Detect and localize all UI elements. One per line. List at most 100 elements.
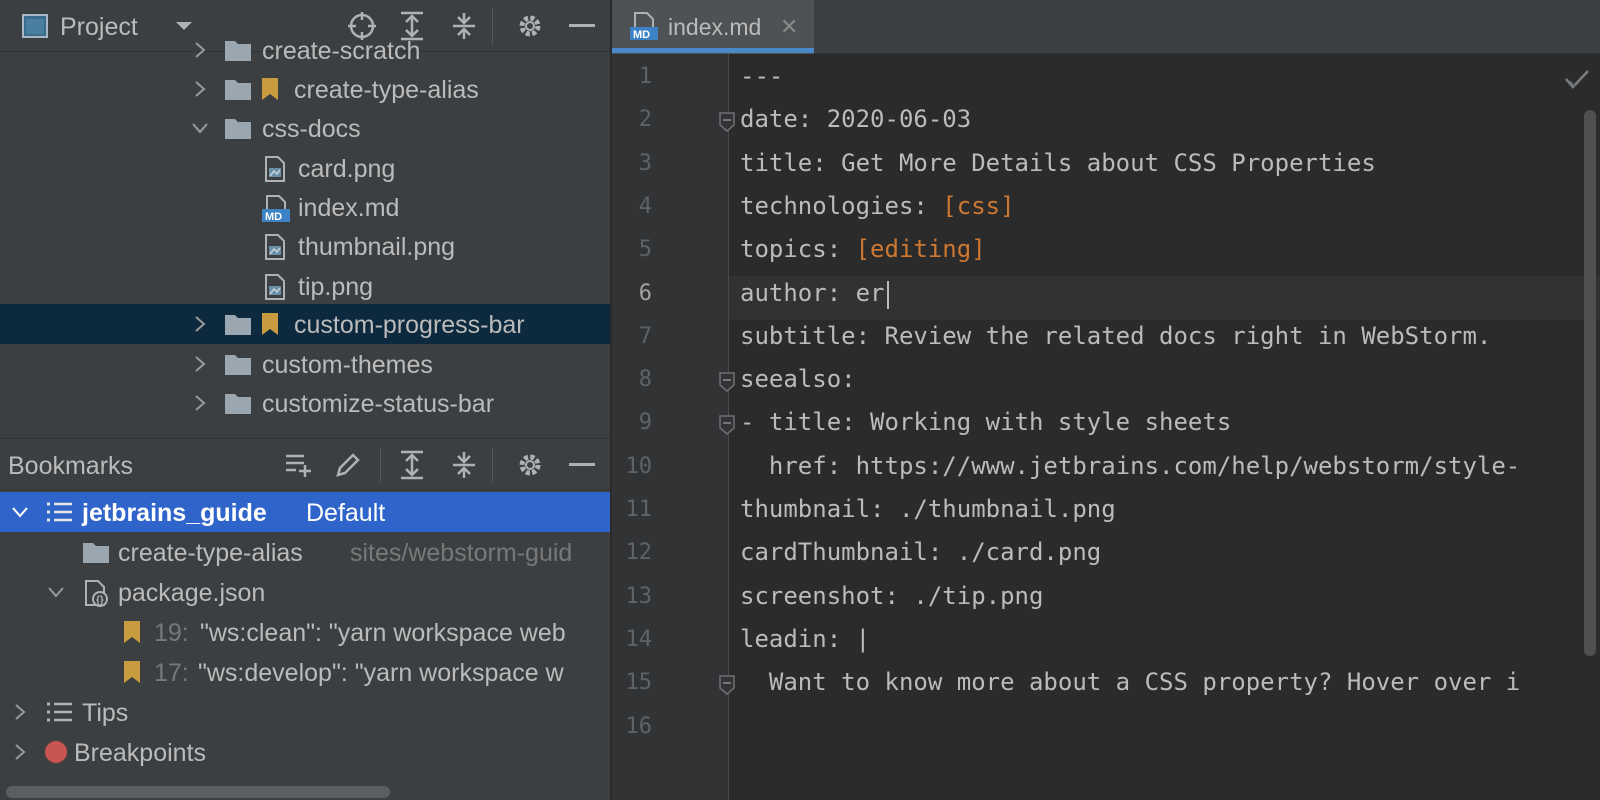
fold-marker-icon[interactable] bbox=[718, 415, 736, 436]
chevron-right-icon[interactable] bbox=[190, 354, 210, 374]
line-number[interactable]: 7 bbox=[612, 324, 652, 349]
code-line[interactable]: Want to know more about a CSS property? … bbox=[740, 668, 1520, 696]
code-line[interactable]: date: 2020-06-03 bbox=[740, 105, 971, 133]
code-line[interactable]: href: https://www.jetbrains.com/help/web… bbox=[740, 452, 1520, 480]
vertical-scrollbar[interactable] bbox=[1584, 110, 1596, 656]
line-number[interactable]: 3 bbox=[612, 151, 652, 176]
image-file-icon bbox=[264, 274, 290, 300]
fold-marker-icon[interactable] bbox=[718, 372, 736, 393]
expand-all-icon[interactable] bbox=[396, 449, 428, 481]
line-number[interactable]: 8 bbox=[612, 367, 652, 392]
line-number[interactable]: 1 bbox=[612, 64, 652, 89]
code-line[interactable]: --- bbox=[740, 62, 783, 90]
code-token: - title: Working with style sheets bbox=[740, 408, 1232, 437]
tree-row[interactable]: customize-status-bar bbox=[0, 383, 610, 423]
bookmark-list-row-selected[interactable]: jetbrains_guide Default bbox=[0, 492, 610, 532]
gear-icon[interactable] bbox=[514, 10, 546, 42]
bookmark-label: create-type-alias bbox=[118, 539, 303, 567]
chevron-down-icon[interactable] bbox=[190, 118, 210, 138]
code-line[interactable]: leadin: | bbox=[740, 625, 870, 653]
line-number[interactable]: 13 bbox=[612, 584, 653, 609]
tree-row[interactable]: thumbnail.png bbox=[0, 226, 610, 266]
tree-item-label: css-docs bbox=[262, 115, 361, 143]
tree-row[interactable]: create-scratch bbox=[0, 40, 610, 70]
edit-pencil-icon[interactable] bbox=[332, 449, 364, 481]
bookmark-row[interactable]: 17: "ws:develop": "yarn workspace w bbox=[0, 652, 610, 692]
line-number[interactable]: 5 bbox=[612, 237, 652, 262]
chevron-right-icon[interactable] bbox=[190, 79, 210, 99]
chevron-down-icon[interactable] bbox=[46, 582, 66, 602]
close-icon[interactable]: ✕ bbox=[780, 14, 798, 40]
line-number[interactable]: 12 bbox=[612, 540, 653, 565]
tree-row[interactable]: create-type-alias bbox=[0, 69, 610, 109]
line-number[interactable]: 9 bbox=[612, 410, 652, 435]
json-file-icon: {} bbox=[82, 580, 108, 607]
bookmark-list-row[interactable]: Breakpoints bbox=[0, 732, 610, 772]
code-line[interactable]: title: Get More Details about CSS Proper… bbox=[740, 149, 1376, 177]
bookmark-icon bbox=[260, 312, 280, 336]
line-number[interactable]: 11 bbox=[612, 497, 653, 522]
code-line[interactable]: screenshot: ./tip.png bbox=[740, 582, 1043, 610]
yaml-string-token: [editing] bbox=[855, 235, 986, 264]
code-line[interactable]: cardThumbnail: ./card.png bbox=[740, 538, 1101, 566]
tree-row[interactable]: card.png bbox=[0, 148, 610, 188]
line-number[interactable]: 10 bbox=[612, 454, 653, 479]
collapse-all-icon[interactable] bbox=[448, 10, 480, 42]
line-number[interactable]: 14 bbox=[612, 627, 653, 652]
code-line[interactable]: - title: Working with style sheets bbox=[740, 408, 1231, 436]
bookmark-row[interactable]: {} package.json bbox=[0, 572, 610, 612]
tab-index-md[interactable]: MD index.md ✕ bbox=[612, 0, 814, 54]
code-line[interactable]: topics: [editing] bbox=[740, 235, 986, 263]
line-number[interactable]: 16 bbox=[612, 714, 653, 739]
project-title[interactable]: Project bbox=[60, 13, 138, 42]
add-bookmark-list-icon[interactable] bbox=[282, 449, 314, 481]
tree-item-label: custom-progress-bar bbox=[294, 311, 525, 339]
tree-row[interactable]: custom-themes bbox=[0, 344, 610, 384]
horizontal-scrollbar[interactable] bbox=[6, 786, 390, 798]
code-line[interactable]: subtitle: Review the related docs right … bbox=[740, 322, 1491, 350]
hide-icon[interactable] bbox=[566, 10, 598, 42]
folder-icon bbox=[224, 391, 251, 415]
chevron-right-icon[interactable] bbox=[190, 314, 210, 334]
bookmark-row[interactable]: create-type-alias sites/webstorm-guid bbox=[0, 532, 610, 572]
chevron-right-icon[interactable] bbox=[10, 742, 30, 762]
tree-row[interactable]: MD index.md bbox=[0, 187, 610, 227]
svg-text:MD: MD bbox=[633, 29, 650, 41]
gear-icon[interactable] bbox=[514, 449, 546, 481]
code-line[interactable]: author: er bbox=[740, 279, 885, 307]
hide-icon[interactable] bbox=[566, 449, 598, 481]
fold-marker-icon[interactable] bbox=[718, 112, 736, 133]
bookmark-label: "ws:clean": "yarn workspace web bbox=[200, 619, 566, 647]
tree-item-label: index.md bbox=[298, 194, 400, 222]
bookmark-list-row[interactable]: Tips bbox=[0, 692, 610, 732]
fold-marker-icon[interactable] bbox=[718, 675, 736, 696]
code-line[interactable]: thumbnail: ./thumbnail.png bbox=[740, 495, 1116, 523]
inspection-ok-icon[interactable] bbox=[1564, 68, 1590, 95]
chevron-right-icon[interactable] bbox=[190, 40, 210, 60]
code-line[interactable]: seealso: bbox=[740, 365, 856, 393]
line-number[interactable]: 15 bbox=[612, 670, 653, 695]
code-line[interactable]: technologies: [css] bbox=[740, 192, 1015, 220]
code-token: title: Get More Details about CSS Proper… bbox=[740, 148, 1376, 177]
line-number[interactable]: 2 bbox=[612, 107, 652, 132]
expand-all-icon[interactable] bbox=[396, 10, 428, 42]
dropdown-chevron-icon[interactable] bbox=[168, 10, 200, 42]
folder-icon bbox=[224, 312, 251, 336]
editor-tab-bar: MD index.md ✕ bbox=[612, 0, 1600, 54]
tree-row-selected[interactable]: custom-progress-bar bbox=[0, 304, 610, 344]
chevron-right-icon[interactable] bbox=[10, 702, 30, 722]
line-number[interactable]: 4 bbox=[612, 194, 652, 219]
collapse-all-icon[interactable] bbox=[448, 449, 480, 481]
locate-icon[interactable] bbox=[346, 10, 378, 42]
code-token: seealso: bbox=[740, 365, 856, 394]
bookmark-line-number: 19: bbox=[154, 619, 189, 647]
code-token: date: 2020-06-03 bbox=[740, 105, 972, 134]
chevron-down-icon[interactable] bbox=[10, 502, 30, 522]
line-number[interactable]: 6 bbox=[612, 281, 652, 306]
tree-row[interactable]: css-docs bbox=[0, 108, 610, 148]
tree-row[interactable]: tip.png bbox=[0, 266, 610, 306]
chevron-right-icon[interactable] bbox=[190, 393, 210, 413]
bookmark-row[interactable]: 19: "ws:clean": "yarn workspace web bbox=[0, 612, 610, 652]
tree-item-label: custom-themes bbox=[262, 351, 433, 379]
tree-item-label: card.png bbox=[298, 155, 396, 183]
